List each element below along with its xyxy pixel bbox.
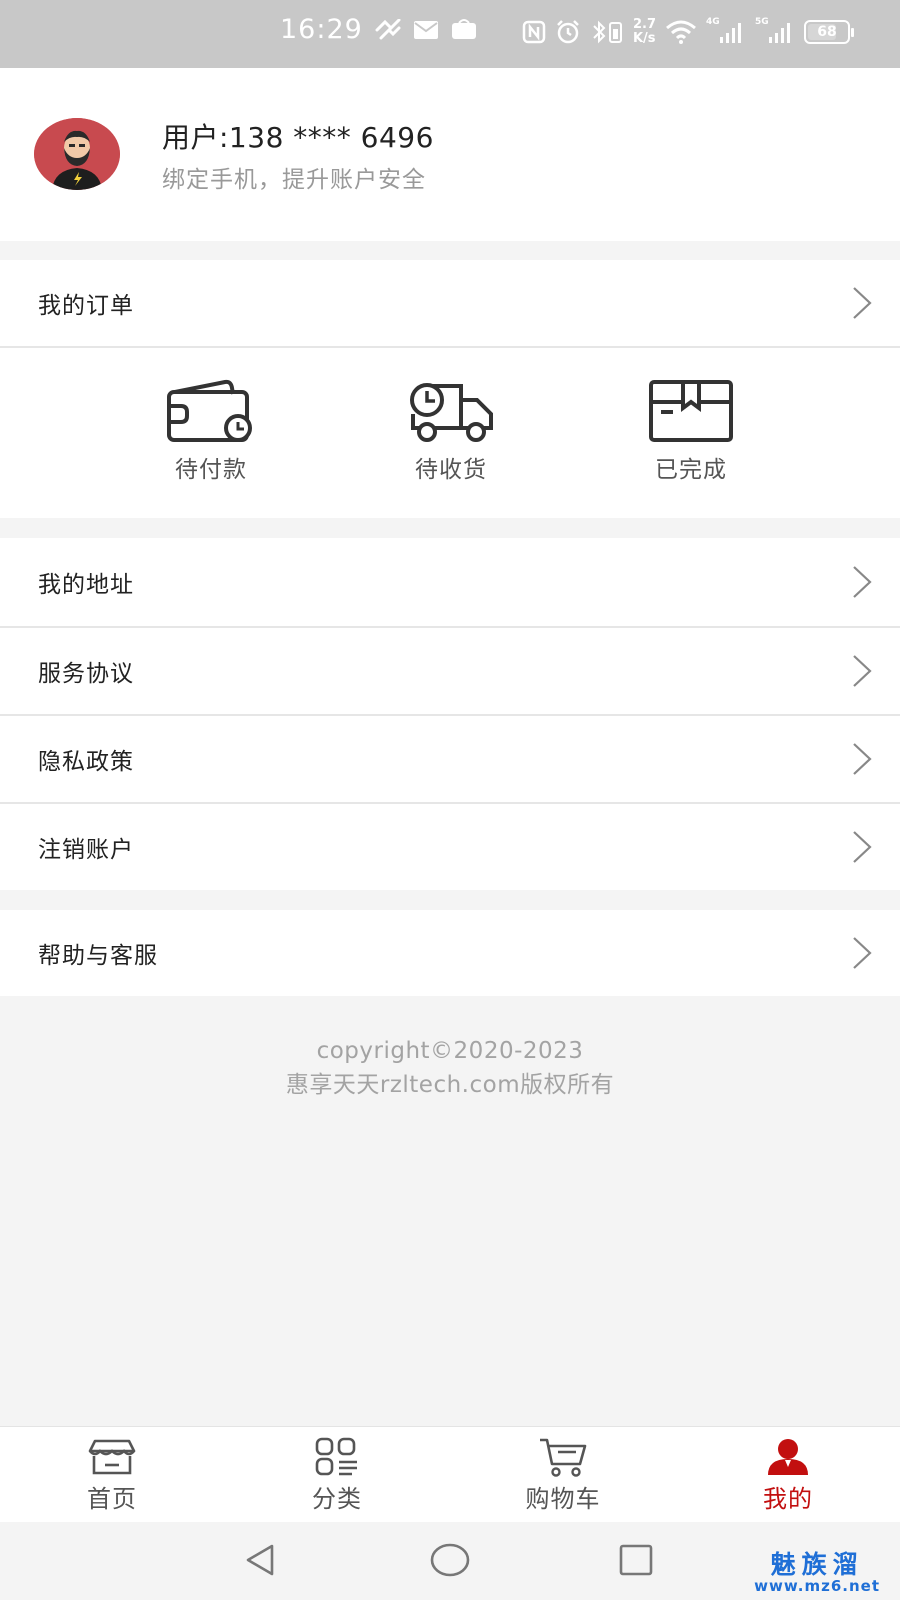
wifi-icon: [666, 20, 696, 44]
menu-item-service-agreement[interactable]: 服务协议: [0, 628, 900, 714]
menu-item-address-label: 我的地址: [38, 572, 134, 598]
my-orders-label: 我的订单: [38, 293, 134, 319]
battery-indicator: 68: [804, 20, 854, 44]
chevron-right-icon: [853, 743, 872, 775]
signal-4g: 4G: [706, 17, 746, 45]
chevron-right-icon: [853, 831, 872, 863]
signal-5g-label: 5G: [755, 17, 769, 27]
tab-category-label: 分类: [312, 1485, 362, 1513]
signal-5g: 5G: [755, 17, 795, 45]
avatar[interactable]: [34, 118, 120, 190]
home-circle-icon[interactable]: [430, 1542, 470, 1578]
my-orders-row[interactable]: 我的订单: [0, 260, 900, 346]
profile-header[interactable]: 用户:138 **** 6496 绑定手机，提升账户安全: [0, 68, 900, 241]
order-completed-label: 已完成: [655, 457, 727, 483]
tab-mine[interactable]: 我的: [728, 1437, 848, 1514]
status-bar: 16:29 2.7 K/s 4G 5G 68: [0, 0, 900, 68]
alarm-icon: [557, 20, 579, 44]
back-triangle-icon[interactable]: [242, 1542, 278, 1578]
order-pending-receipt-label: 待收货: [415, 457, 487, 483]
watermark: 魅族溜 www.mz6.net: [754, 1550, 880, 1595]
chevron-right-icon: [853, 655, 872, 687]
profile-bind-phone-hint[interactable]: 绑定手机，提升账户安全: [162, 160, 426, 194]
delivery-truck-icon: [410, 383, 493, 442]
menu-item-help-support[interactable]: 帮助与客服: [0, 910, 900, 996]
menu-item-privacy-policy-label: 隐私政策: [38, 749, 134, 775]
network-speed: 2.7 K/s: [633, 18, 656, 46]
signal-4g-label: 4G: [706, 17, 720, 27]
status-left: 16:29: [280, 14, 477, 45]
category-grid-icon: [315, 1437, 357, 1476]
order-pending-payment[interactable]: 待付款: [136, 378, 286, 484]
menu-item-privacy-policy[interactable]: 隐私政策: [0, 716, 900, 802]
watermark-url: www.mz6.net: [754, 1577, 880, 1595]
user-icon: [768, 1439, 808, 1475]
menu-item-service-agreement-label: 服务协议: [38, 661, 134, 687]
network-speed-value: 2.7: [632, 17, 656, 32]
status-right: 2.7 K/s 4G 5G 68: [522, 17, 854, 46]
tab-category[interactable]: 分类: [277, 1437, 397, 1514]
tab-home-label: 首页: [87, 1485, 137, 1513]
chevron-right-icon: [853, 937, 872, 969]
mail-icon: [413, 20, 438, 39]
menu-item-close-account-label: 注销账户: [38, 837, 134, 863]
chevron-right-icon: [853, 287, 872, 319]
huawei-app-icon: [451, 18, 476, 39]
tab-home[interactable]: 首页: [52, 1437, 172, 1514]
tab-mine-label: 我的: [763, 1485, 813, 1513]
cart-icon: [540, 1438, 587, 1477]
order-pending-payment-label: 待付款: [175, 457, 247, 483]
tab-cart-label: 购物车: [525, 1485, 601, 1513]
menu-item-close-account[interactable]: 注销账户: [0, 804, 900, 890]
bluetooth-battery-icon: [593, 20, 622, 44]
copyright-line-1: copyright©2020-2023: [316, 1038, 584, 1064]
package-box-icon: [649, 380, 733, 442]
notification-app-icon: [375, 18, 401, 39]
battery-level: 68: [817, 24, 837, 40]
profile-username: 用户:138 **** 6496: [162, 121, 434, 154]
avatar-person-icon: [34, 118, 120, 190]
chevron-right-icon: [853, 566, 872, 598]
order-completed[interactable]: 已完成: [616, 378, 766, 484]
wallet-clock-icon: [167, 379, 252, 442]
nfc-icon: [522, 20, 546, 44]
app-screen: 16:29 2.7 K/s 4G 5G 68 用户:138 **** 6496 …: [0, 0, 900, 1600]
menu-item-help-support-label: 帮助与客服: [38, 943, 158, 969]
tab-cart[interactable]: 购物车: [503, 1437, 623, 1514]
status-time: 16:29: [280, 14, 363, 45]
recents-square-icon[interactable]: [618, 1542, 654, 1578]
order-pending-receipt[interactable]: 待收货: [376, 378, 526, 484]
network-speed-unit: K/s: [632, 31, 656, 46]
storefront-icon: [88, 1439, 136, 1475]
order-status-panel: 待付款 待收货 已完成: [0, 348, 900, 518]
bottom-tab-bar: 首页 分类 购物车 我的: [0, 1426, 900, 1522]
menu-item-address[interactable]: 我的地址: [0, 538, 900, 626]
copyright-line-2: 惠享天天rzltech.com版权所有: [285, 1072, 615, 1098]
watermark-title: 魅族溜: [770, 1550, 864, 1579]
copyright-footer: copyright©2020-2023 惠享天天rzltech.com版权所有: [0, 1034, 900, 1102]
